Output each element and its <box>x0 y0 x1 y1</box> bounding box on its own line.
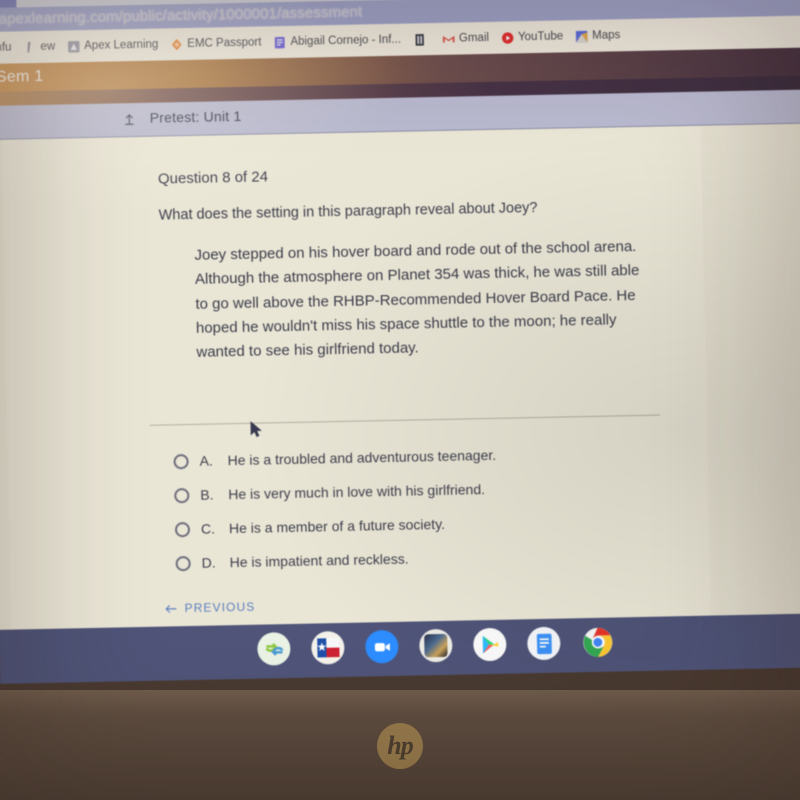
option-letter: B. <box>200 486 214 503</box>
shelf-app-zoom[interactable] <box>365 629 399 664</box>
gmail-icon <box>442 35 455 43</box>
option-letter: C. <box>200 520 216 537</box>
shelf-app-google-docs[interactable] <box>527 626 561 661</box>
bookmark-icon <box>27 41 31 53</box>
question-counter: Question 8 of 24 <box>157 168 269 188</box>
question-passage: Joey stepped on his hover board and rode… <box>194 238 640 362</box>
texas-flag-icon <box>317 638 340 658</box>
semester-label: Sem 1 <box>0 67 44 86</box>
option-text: He is very much in love with his girlfri… <box>228 481 486 503</box>
previous-label: PREVIOUS <box>184 599 256 616</box>
shelf-app-google-play[interactable] <box>473 627 507 662</box>
bookmark-label: Abigail Cornejo - Inf... <box>290 33 402 48</box>
photo-of-laptop-screen: × + apexlearning.com/public/activity/100… <box>0 0 800 800</box>
shelf-app-chrome[interactable] <box>581 626 615 660</box>
bookmark-label: mfu <box>0 41 12 54</box>
previous-button[interactable]: PREVIOUS <box>164 599 256 616</box>
google-play-icon <box>482 635 499 654</box>
up-arrow-icon[interactable] <box>123 110 138 125</box>
shelf-app-texas-flag[interactable] <box>311 630 345 665</box>
google-docs-icon <box>536 633 552 654</box>
option-text: He is a troubled and adventurous teenage… <box>227 446 497 469</box>
youtube-icon <box>501 31 514 44</box>
radio-button[interactable] <box>175 555 191 571</box>
zoom-icon <box>374 642 390 651</box>
bookmark-item-youtube[interactable]: YouTube <box>498 28 567 46</box>
radio-button[interactable] <box>173 453 189 469</box>
bookmark-label: Apex Learning <box>84 38 159 53</box>
bookmark-label: YouTube <box>517 30 564 44</box>
bookmark-item-gmail[interactable]: Gmail <box>439 29 492 47</box>
bookmark-item[interactable]: ew <box>20 38 58 56</box>
chrome-icon <box>583 627 613 657</box>
option-letter: D. <box>201 554 216 571</box>
shelf-app-files-sync[interactable] <box>257 632 291 666</box>
left-arrow-icon <box>165 604 177 613</box>
document-icon <box>415 33 424 46</box>
option-text: He is impatient and reckless. <box>229 550 409 571</box>
bookmark-item[interactable]: mfu <box>0 39 15 56</box>
bookmark-item[interactable] <box>410 31 433 48</box>
emc-passport-icon <box>171 38 182 50</box>
files-sync-icon <box>264 642 283 656</box>
bookmark-label: Gmail <box>458 31 490 45</box>
shelf-app-game[interactable] <box>419 628 453 663</box>
game-app-icon <box>424 633 448 658</box>
google-maps-icon <box>575 30 588 42</box>
bookmark-label: ew <box>40 40 56 53</box>
radio-button[interactable] <box>174 487 190 503</box>
bookmark-item-emc-passport[interactable]: EMC Passport <box>167 34 264 53</box>
assessment-page: Question 8 of 24 What does the setting i… <box>0 123 800 630</box>
page-title: Pretest: Unit 1 <box>149 107 242 126</box>
mouse-cursor-icon <box>250 421 262 438</box>
bookmark-item-maps[interactable]: Maps <box>572 27 623 45</box>
option-letter: A. <box>199 452 214 469</box>
bookmark-item-abigail-doc[interactable]: Abigail Cornejo - Inf... <box>270 31 404 51</box>
hp-logo: hp <box>377 723 423 769</box>
google-docs-icon <box>274 36 285 48</box>
apex-learning-icon <box>67 40 80 53</box>
bookmark-label: EMC Passport <box>187 36 262 50</box>
answer-options: A. He is a troubled and adventurous teen… <box>173 435 646 580</box>
url-text: apexlearning.com/public/activity/1000001… <box>0 3 363 28</box>
browser-window: × + apexlearning.com/public/activity/100… <box>0 0 800 684</box>
bookmark-label: Maps <box>592 29 621 42</box>
option-text: He is a member of a future society. <box>228 515 446 537</box>
radio-button[interactable] <box>174 521 191 537</box>
bookmark-item-apex-learning[interactable]: Apex Learning <box>64 36 161 55</box>
